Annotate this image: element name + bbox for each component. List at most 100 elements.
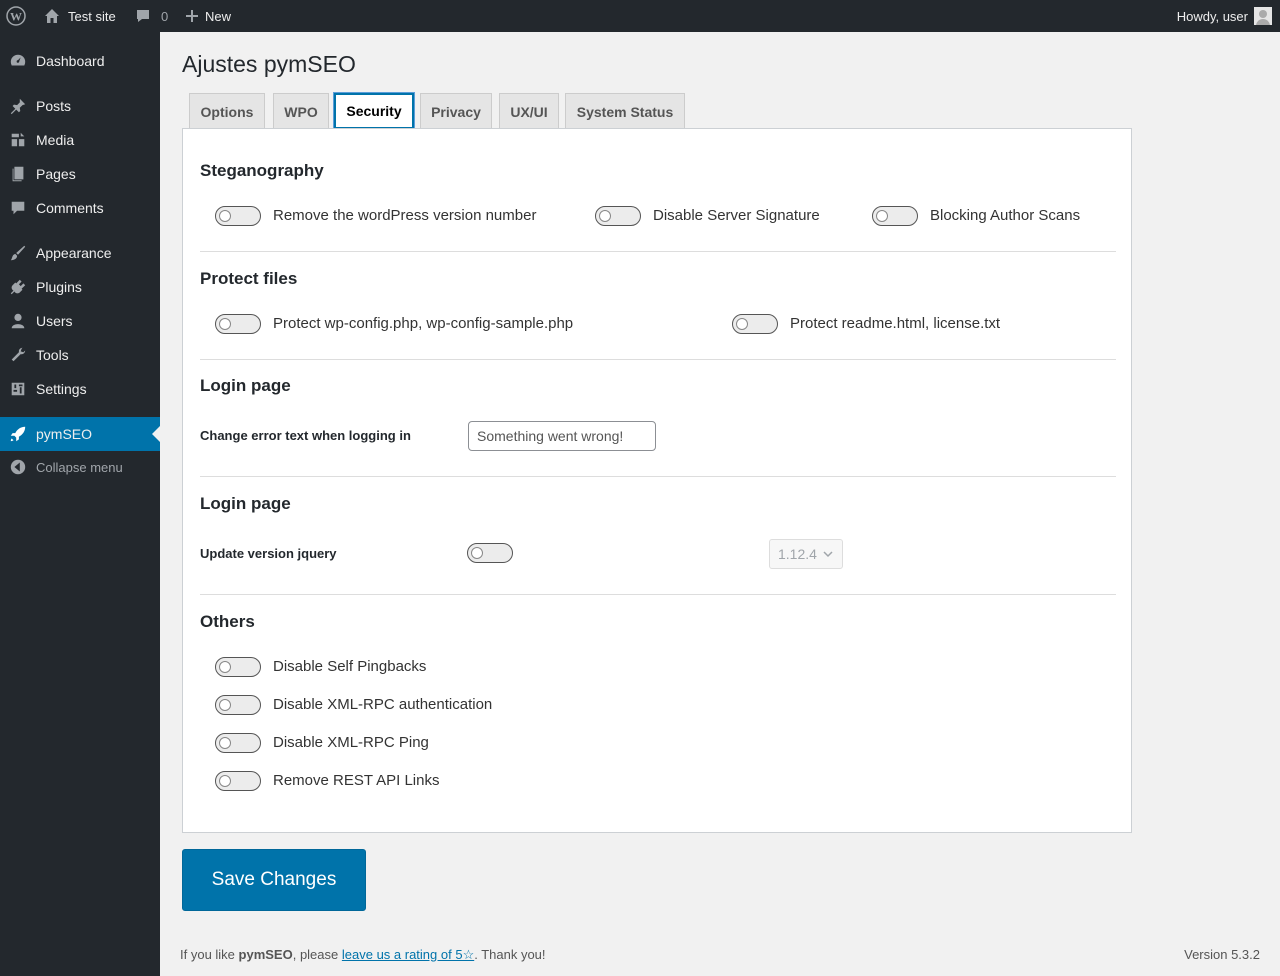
toggle-disable-server-signature[interactable] — [595, 206, 641, 226]
brush-icon — [0, 244, 36, 262]
jquery-version-select[interactable]: 1.12.4 — [769, 539, 843, 569]
footer-suffix: . Thank you! — [474, 947, 546, 962]
toggle-label: Remove REST API Links — [273, 772, 440, 789]
footer-prefix: If you like — [180, 947, 239, 962]
version-text: Version 5.3.2 — [1184, 947, 1260, 962]
chevron-down-icon — [823, 551, 833, 558]
sidebar-item-label: Comments — [36, 200, 104, 216]
tab-system-status[interactable]: System Status — [565, 93, 685, 129]
page-title: Ajustes pymSEO — [182, 51, 356, 77]
footer-plugin-name: pymSEO — [238, 947, 293, 962]
sidebar-item-appearance[interactable]: Appearance — [0, 236, 160, 270]
toggle-protect-wp-config[interactable] — [215, 314, 261, 334]
toggle-remove-wp-version[interactable] — [215, 206, 261, 226]
sidebar-item-label: Appearance — [36, 245, 112, 261]
admin-bar: W Test site 0 New Howdy, user — [0, 0, 1280, 32]
rocket-icon — [0, 425, 36, 443]
error-text-label: Change error text when logging in — [200, 428, 411, 443]
section-title-login-page-jquery: Login page — [200, 494, 291, 513]
toggle-label: Protect readme.html, license.txt — [790, 315, 1001, 332]
pages-icon — [0, 165, 36, 183]
error-text-input[interactable] — [468, 421, 656, 451]
comments-count: 0 — [161, 8, 169, 24]
sidebar-item-label: Settings — [36, 381, 87, 397]
home-icon — [45, 9, 59, 23]
new-content-link[interactable]: New — [185, 0, 231, 32]
sidebar-item-label: Tools — [36, 347, 69, 363]
dashboard-icon — [0, 52, 36, 70]
toggle-disable-xmlrpc-auth[interactable] — [215, 695, 261, 715]
plus-icon — [186, 10, 198, 22]
sidebar-item-label: Plugins — [36, 279, 82, 295]
settings-panel: Steganography Remove the wordPress versi… — [182, 128, 1132, 833]
sidebar-item-label: Dashboard — [36, 53, 105, 69]
toggle-label: Remove the wordPress version number — [273, 207, 537, 224]
pin-icon — [0, 97, 36, 115]
sidebar-item-label: Media — [36, 132, 75, 148]
admin-sidebar: Dashboard Posts Media Pages Comments App… — [0, 32, 160, 976]
site-name-link[interactable]: Test site — [44, 0, 116, 32]
collapse-arrow-icon — [0, 458, 36, 476]
sidebar-item-settings[interactable]: Settings — [0, 372, 160, 406]
svg-text:W: W — [10, 10, 22, 24]
jquery-label: Update version jquery — [200, 546, 337, 561]
tab-security[interactable]: Security — [334, 93, 414, 129]
section-title-steganography: Steganography — [200, 161, 324, 180]
toggle-blocking-author-scans[interactable] — [872, 206, 918, 226]
wrench-icon — [0, 346, 36, 364]
sidebar-item-dashboard[interactable]: Dashboard — [0, 44, 160, 78]
toggle-remove-rest-api-links[interactable] — [215, 771, 261, 791]
comment-icon — [0, 199, 36, 217]
toggle-label: Disable XML-RPC Ping — [273, 734, 429, 751]
sidebar-item-posts[interactable]: Posts — [0, 89, 160, 123]
sidebar-item-comments[interactable]: Comments — [0, 191, 160, 225]
save-changes-button[interactable]: Save Changes — [182, 849, 366, 911]
sidebar-item-tools[interactable]: Tools — [0, 338, 160, 372]
footer-middle: , please — [292, 947, 342, 962]
toggle-label: Disable Self Pingbacks — [273, 658, 427, 675]
tab-ux-ui[interactable]: UX/UI — [499, 93, 559, 129]
toggle-label: Disable Server Signature — [653, 207, 820, 224]
toggle-label: Blocking Author Scans — [930, 207, 1081, 224]
section-divider — [200, 251, 1116, 252]
jquery-version-value: 1.12.4 — [778, 546, 817, 562]
new-label: New — [205, 8, 232, 24]
howdy-text: Howdy, user — [1176, 8, 1248, 24]
section-divider — [200, 594, 1116, 595]
media-icon — [0, 131, 36, 149]
site-name: Test site — [68, 8, 116, 24]
section-title-protect-files: Protect files — [200, 269, 298, 288]
sidebar-item-plugins[interactable]: Plugins — [0, 270, 160, 304]
toggle-label: Protect wp-config.php, wp-config-sample.… — [273, 315, 574, 332]
user-icon — [0, 312, 36, 330]
avatar — [1254, 7, 1272, 25]
sidebar-item-pages[interactable]: Pages — [0, 157, 160, 191]
sidebar-item-pymseo[interactable]: pymSEO — [0, 417, 160, 451]
section-divider — [200, 476, 1116, 477]
rating-link[interactable]: leave us a rating of 5☆ — [342, 947, 474, 962]
sidebar-item-label: Posts — [36, 98, 72, 114]
wordpress-logo-icon[interactable]: W — [6, 0, 30, 32]
toggle-label: Disable XML-RPC authentication — [273, 696, 493, 713]
toggle-disable-xmlrpc-ping[interactable] — [215, 733, 261, 753]
sidebar-item-media[interactable]: Media — [0, 123, 160, 157]
collapse-menu-button[interactable]: Collapse menu — [0, 450, 160, 484]
sidebar-item-users[interactable]: Users — [0, 304, 160, 338]
section-title-others: Others — [200, 612, 255, 631]
comment-icon — [137, 10, 149, 22]
tab-privacy[interactable]: Privacy — [420, 93, 492, 129]
tab-wpo[interactable]: WPO — [273, 93, 329, 129]
section-divider — [200, 359, 1116, 360]
account-menu[interactable]: Howdy, user — [1177, 0, 1272, 32]
tab-options[interactable]: Options — [189, 93, 265, 129]
sliders-icon — [0, 380, 36, 398]
sidebar-item-label: Pages — [36, 166, 76, 182]
plug-icon — [0, 278, 36, 296]
comments-link[interactable]: 0 — [135, 0, 168, 32]
section-title-login-page: Login page — [200, 376, 291, 395]
toggle-protect-readme[interactable] — [732, 314, 778, 334]
sidebar-item-label: Users — [36, 313, 73, 329]
collapse-label: Collapse menu — [36, 459, 123, 475]
toggle-update-jquery[interactable] — [467, 543, 513, 563]
toggle-disable-self-pingbacks[interactable] — [215, 657, 261, 677]
